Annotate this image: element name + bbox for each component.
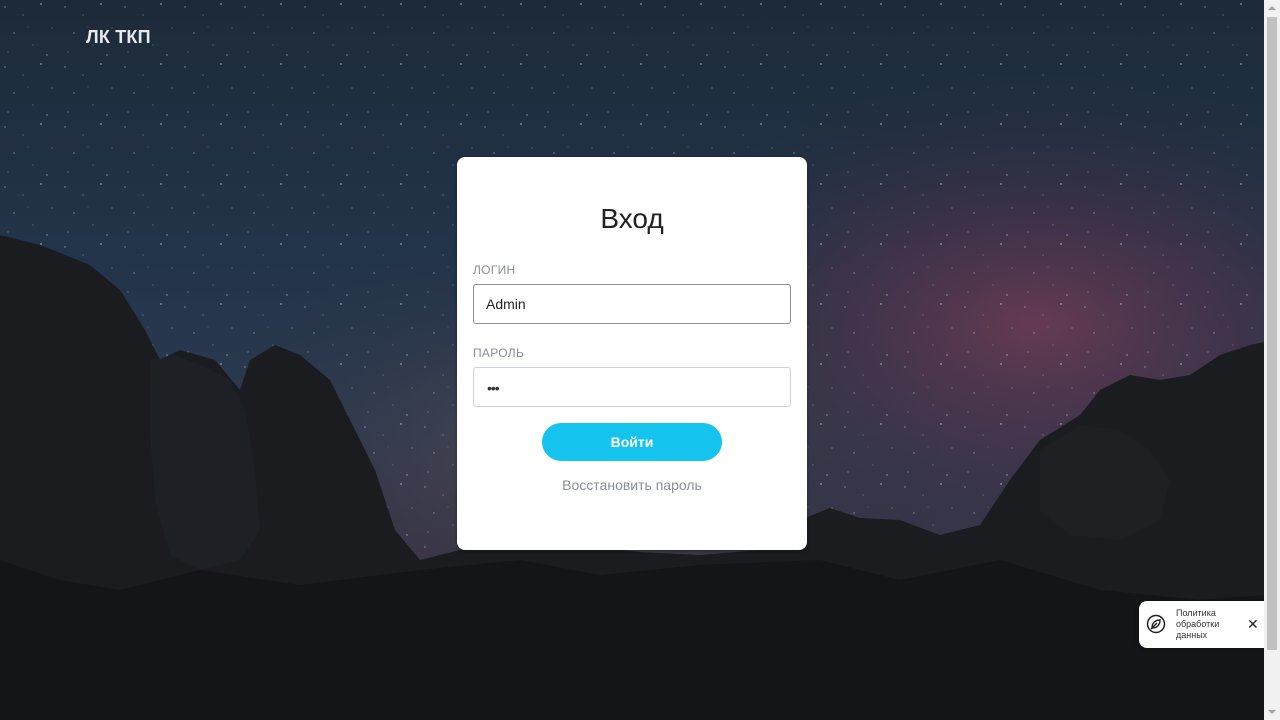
policy-popup[interactable]: Политика обработки данных ✕ (1139, 601, 1267, 648)
restore-password-link[interactable]: Восстановить пароль (457, 477, 807, 493)
scroll-up-icon[interactable] (1268, 6, 1276, 10)
policy-icon (1146, 614, 1166, 634)
password-mask: ••• (487, 380, 500, 396)
login-title: Вход (600, 203, 664, 234)
login-button[interactable]: Войти (542, 423, 722, 461)
close-icon[interactable]: ✕ (1247, 616, 1259, 632)
password-field[interactable]: ••• (473, 367, 791, 407)
login-card: Вход ЛОГИН ПАРОЛЬ ••• Войти Восстановить… (457, 157, 807, 550)
brand-title[interactable]: ЛК ТКП (86, 27, 151, 48)
login-page: ЛК ТКП Вход ЛОГИН ПАРОЛЬ ••• Войти Восст… (0, 0, 1280, 720)
policy-text[interactable]: Политика обработки данных (1176, 608, 1238, 641)
login-label: ЛОГИН (473, 263, 516, 277)
vertical-scrollbar[interactable] (1264, 0, 1280, 720)
login-input[interactable] (474, 285, 790, 323)
scroll-thumb[interactable] (1267, 17, 1277, 650)
login-field[interactable] (473, 284, 791, 324)
scroll-down-icon[interactable] (1268, 710, 1276, 714)
password-label: ПАРОЛЬ (473, 346, 525, 360)
